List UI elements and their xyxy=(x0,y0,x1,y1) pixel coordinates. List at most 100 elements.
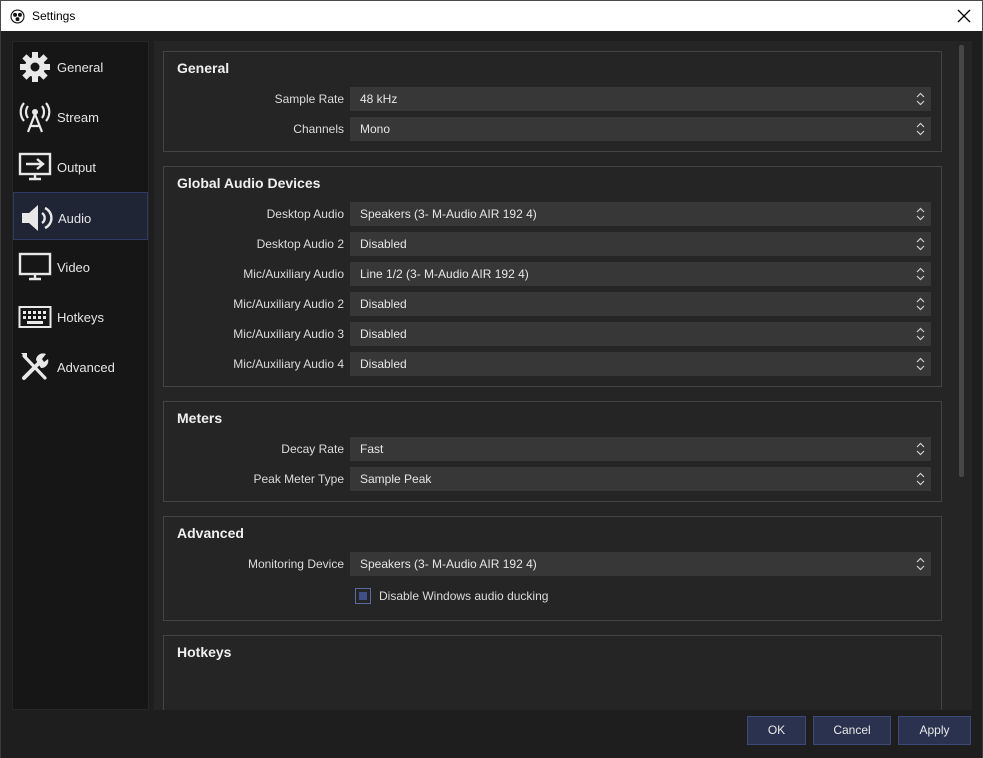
mic-aux-4-value: Disabled xyxy=(360,357,407,371)
mic-aux-3-value: Disabled xyxy=(360,327,407,341)
mic-aux-3-label: Mic/Auxiliary Audio 3 xyxy=(233,327,344,341)
sample-rate-select[interactable]: 48 kHz xyxy=(350,87,931,111)
channels-row: Channels Mono xyxy=(164,117,941,141)
sidebar-item-general[interactable]: General xyxy=(13,42,148,90)
speaker-icon xyxy=(22,205,53,231)
sample-rate-row: Sample Rate 48 kHz xyxy=(164,87,941,111)
global-audio-devices-group: Global Audio Devices Desktop Audio Speak… xyxy=(163,166,942,387)
sidebar-item-advanced[interactable]: Advanced xyxy=(13,342,148,390)
mic-aux-select[interactable]: Line 1/2 (3- M-Audio AIR 192 4) xyxy=(350,262,931,286)
gear-icon xyxy=(20,52,50,82)
antenna-icon xyxy=(19,102,51,133)
sidebar-item-output[interactable]: Output xyxy=(13,142,148,190)
channels-select[interactable]: Mono xyxy=(350,117,931,141)
channels-label: Channels xyxy=(293,122,344,136)
group-title-global-audio: Global Audio Devices xyxy=(177,175,321,191)
chevron-updown-icon xyxy=(916,327,925,341)
decay-rate-row: Decay Rate Fast xyxy=(164,437,941,461)
sample-rate-label: Sample Rate xyxy=(274,92,344,106)
channels-value: Mono xyxy=(360,122,391,136)
ok-button[interactable]: OK xyxy=(747,716,806,745)
checkbox-box[interactable] xyxy=(355,588,371,604)
settings-content-panel[interactable]: General Sample Rate 48 kHz Channels Mono… xyxy=(154,41,972,710)
output-monitor-icon xyxy=(18,152,52,181)
apply-button[interactable]: Apply xyxy=(898,716,971,745)
settings-sidebar: General Stream Output Audio Video Hotkey… xyxy=(12,41,149,710)
sidebar-item-stream[interactable]: Stream xyxy=(13,92,148,140)
peak-meter-type-row: Peak Meter Type Sample Peak xyxy=(164,467,941,491)
mic-aux-2-select[interactable]: Disabled xyxy=(350,292,931,316)
sidebar-item-label: Video xyxy=(57,260,91,275)
sidebar-item-label: General xyxy=(57,60,104,75)
mic-aux-3-select[interactable]: Disabled xyxy=(350,322,931,346)
chevron-updown-icon xyxy=(916,557,925,571)
chevron-updown-icon xyxy=(916,472,925,486)
hotkeys-group: Hotkeys xyxy=(163,635,942,710)
keyboard-icon xyxy=(18,306,52,328)
sample-rate-value: 48 kHz xyxy=(360,92,398,106)
chevron-updown-icon xyxy=(916,92,925,106)
obs-logo-icon xyxy=(10,9,25,24)
monitoring-device-select[interactable]: Speakers (3- M-Audio AIR 192 4) xyxy=(350,552,931,576)
sidebar-item-audio[interactable]: Audio xyxy=(13,192,148,240)
mic-aux-label: Mic/Auxiliary Audio xyxy=(243,267,344,281)
checkbox-checked-mark xyxy=(359,592,367,600)
disable-ducking-label: Disable Windows audio ducking xyxy=(379,589,549,603)
close-icon[interactable] xyxy=(956,8,972,24)
general-group: General Sample Rate 48 kHz Channels Mono xyxy=(163,51,942,152)
desktop-audio-value: Speakers (3- M-Audio AIR 192 4) xyxy=(360,207,537,221)
mic-aux-2-value: Disabled xyxy=(360,297,407,311)
sidebar-item-label: Output xyxy=(57,160,97,175)
sidebar-item-hotkeys[interactable]: Hotkeys xyxy=(13,292,148,340)
chevron-updown-icon xyxy=(916,442,925,456)
monitoring-device-row: Monitoring Device Speakers (3- M-Audio A… xyxy=(164,552,941,576)
meters-group: Meters Decay Rate Fast Peak Meter Type S… xyxy=(163,401,942,502)
peak-meter-type-value: Sample Peak xyxy=(360,472,432,486)
desktop-audio-2-select[interactable]: Disabled xyxy=(350,232,931,256)
sidebar-item-label: Stream xyxy=(57,110,99,125)
desktop-audio-2-value: Disabled xyxy=(360,237,407,251)
chevron-updown-icon xyxy=(916,207,925,221)
tools-icon xyxy=(21,353,49,380)
settings-window: General Stream Output Audio Video Hotkey… xyxy=(0,31,983,758)
monitoring-device-label: Monitoring Device xyxy=(247,557,344,571)
decay-rate-select[interactable]: Fast xyxy=(350,437,931,461)
mic-aux-4-label: Mic/Auxiliary Audio 4 xyxy=(233,357,344,371)
group-title-hotkeys: Hotkeys xyxy=(177,644,232,660)
desktop-audio-2-label: Desktop Audio 2 xyxy=(256,237,344,251)
mic-aux-4-row: Mic/Auxiliary Audio 4 Disabled xyxy=(164,352,941,376)
peak-meter-type-select[interactable]: Sample Peak xyxy=(350,467,931,491)
peak-meter-type-label: Peak Meter Type xyxy=(253,472,345,486)
title-bar: Settings xyxy=(0,0,983,31)
group-title-advanced: Advanced xyxy=(177,525,244,541)
desktop-audio-label: Desktop Audio xyxy=(266,207,344,221)
chevron-updown-icon xyxy=(916,357,925,371)
scrollbar-thumb[interactable] xyxy=(959,45,964,477)
desktop-audio-2-row: Desktop Audio 2 Disabled xyxy=(164,232,941,256)
sidebar-item-label: Audio xyxy=(58,211,92,226)
advanced-group: Advanced Monitoring Device Speakers (3- … xyxy=(163,516,942,621)
chevron-updown-icon xyxy=(916,297,925,311)
decay-rate-value: Fast xyxy=(360,442,384,456)
monitor-icon xyxy=(18,252,52,281)
mic-aux-value: Line 1/2 (3- M-Audio AIR 192 4) xyxy=(360,267,529,281)
decay-rate-label: Decay Rate xyxy=(281,442,344,456)
desktop-audio-row: Desktop Audio Speakers (3- M-Audio AIR 1… xyxy=(164,202,941,226)
group-title-meters: Meters xyxy=(177,410,223,426)
sidebar-item-video[interactable]: Video xyxy=(13,242,148,290)
sidebar-item-label: Advanced xyxy=(57,360,115,375)
monitoring-device-value: Speakers (3- M-Audio AIR 192 4) xyxy=(360,557,537,571)
chevron-updown-icon xyxy=(916,237,925,251)
mic-aux-2-row: Mic/Auxiliary Audio 2 Disabled xyxy=(164,292,941,316)
chevron-updown-icon xyxy=(916,122,925,136)
vertical-scrollbar[interactable] xyxy=(954,41,972,710)
mic-aux-2-label: Mic/Auxiliary Audio 2 xyxy=(233,297,344,311)
group-title-general: General xyxy=(177,60,230,76)
cancel-button[interactable]: Cancel xyxy=(813,716,891,745)
mic-aux-row: Mic/Auxiliary Audio Line 1/2 (3- M-Audio… xyxy=(164,262,941,286)
mic-aux-4-select[interactable]: Disabled xyxy=(350,352,931,376)
sidebar-item-label: Hotkeys xyxy=(57,310,104,325)
desktop-audio-select[interactable]: Speakers (3- M-Audio AIR 192 4) xyxy=(350,202,931,226)
window-title: Settings xyxy=(32,9,76,23)
chevron-updown-icon xyxy=(916,267,925,281)
